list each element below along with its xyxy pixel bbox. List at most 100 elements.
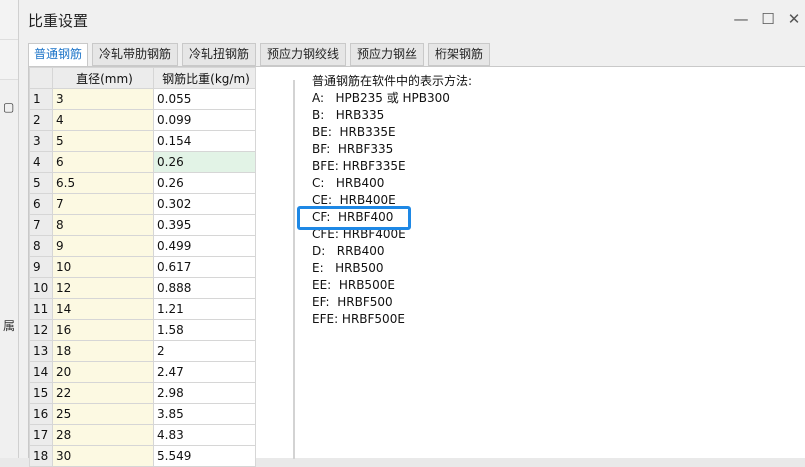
diameter-cell[interactable]: 25 (52, 403, 154, 425)
tab-ordinary-rebar[interactable]: 普通钢筋 (28, 43, 88, 67)
table-row[interactable]: 9 10 0.617 (29, 256, 256, 278)
description-title: 普通钢筋在软件中的表示方法: (312, 74, 473, 88)
weight-table-container: 直径(mm) 钢筋比重(kg/m) 1 3 0.055 2 4 0.099 3 5 0.154 4… (29, 67, 265, 467)
tab-prestressed-wire[interactable]: 预应力钢丝 (350, 43, 424, 66)
notation-line: EE: HRB500E (312, 278, 395, 292)
table-row[interactable]: 1 3 0.055 (29, 88, 256, 110)
diameter-cell[interactable]: 9 (52, 235, 154, 257)
notation-line: BFE: HRBF335E (312, 159, 406, 173)
diameter-cell[interactable]: 16 (52, 319, 154, 341)
weight-cell[interactable]: 4.83 (153, 424, 256, 446)
table-row[interactable]: 10 12 0.888 (29, 277, 256, 299)
row-index-cell: 15 (29, 382, 53, 404)
weight-cell[interactable]: 0.26 (153, 151, 256, 173)
background-toolbar (0, 0, 18, 40)
row-index-cell: 13 (29, 340, 53, 362)
table-row[interactable]: 2 4 0.099 (29, 109, 256, 131)
row-index-cell: 12 (29, 319, 53, 341)
notation-line: BE: HRB335E (312, 125, 396, 139)
table-row[interactable]: 12 16 1.58 (29, 319, 256, 341)
table-row[interactable]: 18 30 5.549 (29, 445, 256, 467)
row-index-cell: 16 (29, 403, 53, 425)
table-row[interactable]: 17 28 4.83 (29, 424, 256, 446)
weight-table: 直径(mm) 钢筋比重(kg/m) 1 3 0.055 2 4 0.099 3 5 0.154 4… (29, 67, 256, 467)
weight-cell[interactable]: 1.58 (153, 319, 256, 341)
weight-cell[interactable]: 0.617 (153, 256, 256, 278)
header-diameter[interactable]: 直径(mm) (52, 67, 154, 89)
weight-cell[interactable]: 0.499 (153, 235, 256, 257)
header-corner (29, 67, 53, 89)
diameter-cell[interactable]: 10 (52, 256, 154, 278)
diameter-cell[interactable]: 14 (52, 298, 154, 320)
diameter-cell[interactable]: 18 (52, 340, 154, 362)
row-index-cell: 6 (29, 193, 53, 215)
diameter-cell[interactable]: 4 (52, 109, 154, 131)
diameter-cell[interactable]: 6 (52, 151, 154, 173)
weight-cell[interactable]: 0.395 (153, 214, 256, 236)
weight-cell[interactable]: 0.302 (153, 193, 256, 215)
row-index-cell: 18 (29, 445, 53, 467)
diameter-cell[interactable]: 28 (52, 424, 154, 446)
row-index-cell: 4 (29, 151, 53, 173)
close-icon[interactable]: ✕ (783, 9, 805, 29)
row-index-cell: 17 (29, 424, 53, 446)
weight-cell[interactable]: 0.154 (153, 130, 256, 152)
table-row[interactable]: 14 20 2.47 (29, 361, 256, 383)
diameter-cell[interactable]: 3 (52, 88, 154, 110)
row-index-cell: 1 (29, 88, 53, 110)
table-header-row: 直径(mm) 钢筋比重(kg/m) (29, 67, 256, 89)
weight-cell[interactable]: 0.26 (153, 172, 256, 194)
row-index-cell: 7 (29, 214, 53, 236)
table-row[interactable]: 13 18 2 (29, 340, 256, 362)
weight-cell[interactable]: 0.055 (153, 88, 256, 110)
minimize-icon[interactable]: — (730, 9, 752, 29)
notation-line: B: HRB335 (312, 108, 385, 122)
table-row[interactable]: 4 6 0.26 (29, 151, 256, 173)
weight-cell[interactable]: 0.099 (153, 109, 256, 131)
background-copy-icon: ▢ (3, 100, 15, 114)
table-row[interactable]: 8 9 0.499 (29, 235, 256, 257)
tab-truss-rebar[interactable]: 桁架钢筋 (428, 43, 490, 66)
table-row[interactable]: 3 5 0.154 (29, 130, 256, 152)
diameter-cell[interactable]: 20 (52, 361, 154, 383)
row-index-cell: 14 (29, 361, 53, 383)
diameter-cell[interactable]: 5 (52, 130, 154, 152)
weight-cell[interactable]: 2.98 (153, 382, 256, 404)
weight-cell[interactable]: 2 (153, 340, 256, 362)
row-index-cell: 2 (29, 109, 53, 131)
diameter-cell[interactable]: 7 (52, 193, 154, 215)
dialog-title: 比重设置 (28, 12, 89, 30)
header-weight[interactable]: 钢筋比重(kg/m) (153, 67, 256, 89)
background-toolbar (0, 40, 18, 80)
notation-line: A: HPB235 或 HPB300 (312, 91, 450, 105)
diameter-cell[interactable]: 12 (52, 277, 154, 299)
diameter-cell[interactable]: 8 (52, 214, 154, 236)
table-row[interactable]: 6 7 0.302 (29, 193, 256, 215)
table-row[interactable]: 5 6.5 0.26 (29, 172, 256, 194)
diameter-cell[interactable]: 30 (52, 445, 154, 467)
row-index-cell: 5 (29, 172, 53, 194)
title-bar: 比重设置 — ☐ ✕ (19, 0, 805, 40)
diameter-cell[interactable]: 22 (52, 382, 154, 404)
tab-panel: 直径(mm) 钢筋比重(kg/m) 1 3 0.055 2 4 0.099 3 5 0.154 4… (28, 66, 805, 467)
tab-cold-rolled-ribbed[interactable]: 冷轧带肋钢筋 (92, 43, 178, 66)
table-row[interactable]: 16 25 3.85 (29, 403, 256, 425)
row-index-cell: 8 (29, 235, 53, 257)
weight-cell[interactable]: 5.549 (153, 445, 256, 467)
diameter-cell[interactable]: 6.5 (52, 172, 154, 194)
weight-cell[interactable]: 2.47 (153, 361, 256, 383)
notation-line: EF: HRBF500 (312, 295, 393, 309)
table-row[interactable]: 15 22 2.98 (29, 382, 256, 404)
weight-cell[interactable]: 0.888 (153, 277, 256, 299)
maximize-icon[interactable]: ☐ (757, 9, 779, 29)
notation-line: C: HRB400 (312, 176, 385, 190)
panel-splitter[interactable] (293, 80, 295, 459)
table-row[interactable]: 7 8 0.395 (29, 214, 256, 236)
weight-cell[interactable]: 1.21 (153, 298, 256, 320)
tab-cold-rolled-twisted[interactable]: 冷轧扭钢筋 (182, 43, 256, 66)
tab-prestressed-strand[interactable]: 预应力钢绞线 (260, 43, 346, 66)
row-index-cell: 11 (29, 298, 53, 320)
notation-description: 普通钢筋在软件中的表示方法: A: HPB235 或 HPB300 B: HRB3… (300, 67, 805, 459)
table-row[interactable]: 11 14 1.21 (29, 298, 256, 320)
weight-cell[interactable]: 3.85 (153, 403, 256, 425)
